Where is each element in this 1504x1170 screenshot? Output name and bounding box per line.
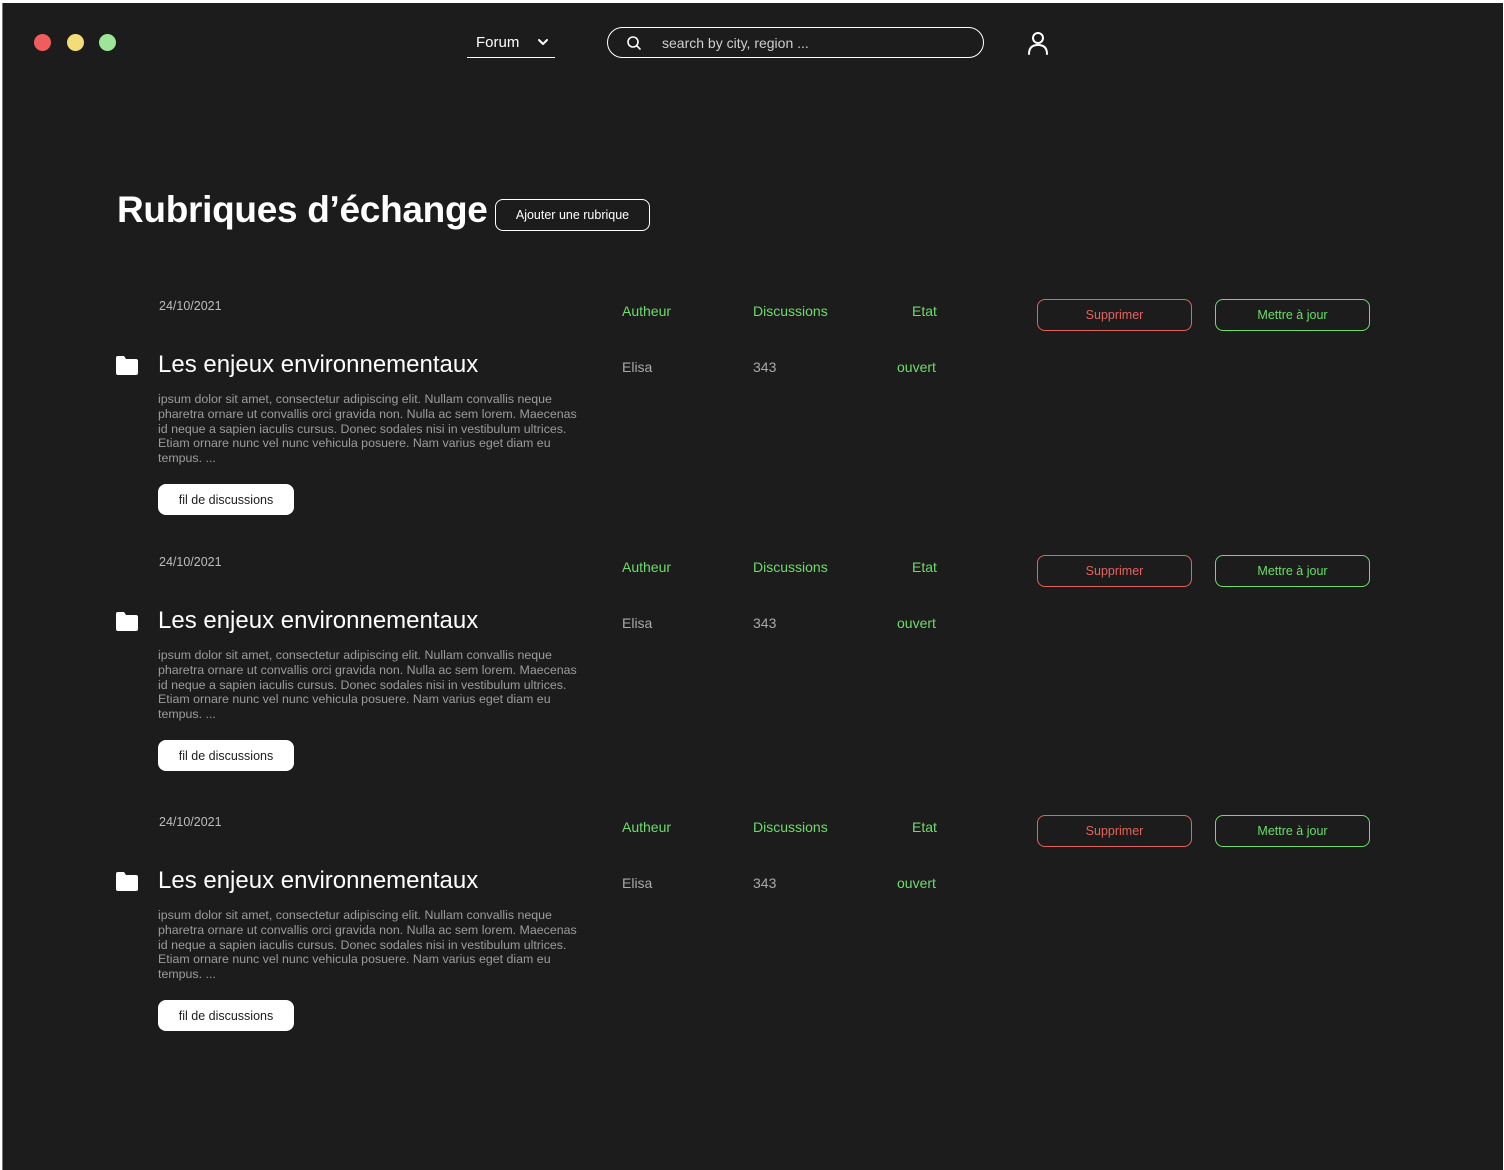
- window-maximize-dot[interactable]: [99, 34, 116, 51]
- folder-icon: [116, 872, 138, 891]
- discussions-label: Discussions: [753, 819, 828, 835]
- user-profile-icon[interactable]: [1027, 31, 1049, 55]
- search-bar: [607, 27, 984, 58]
- topic-date: 24/10/2021: [159, 815, 222, 829]
- discussions-label: Discussions: [753, 559, 828, 575]
- topic-card: 24/10/2021 Les enjeux environnementaux i…: [3, 815, 1503, 1065]
- author-label: Autheur: [622, 559, 672, 575]
- state-label: Etat: [912, 559, 937, 575]
- topic-title[interactable]: Les enjeux environnementaux: [158, 351, 478, 379]
- window-close-dot[interactable]: [34, 34, 51, 51]
- topic-card: 24/10/2021 Les enjeux environnementaux i…: [3, 555, 1503, 805]
- topic-description: ipsum dolor sit amet, consectetur adipis…: [158, 648, 577, 722]
- discussions-count: 343: [753, 875, 777, 891]
- state-value: ouvert: [897, 359, 936, 375]
- state-value: ouvert: [897, 875, 936, 891]
- delete-button[interactable]: Supprimer: [1037, 555, 1192, 587]
- chevron-down-icon: [538, 39, 548, 45]
- discussion-thread-button[interactable]: fil de discussions: [158, 484, 294, 515]
- author-value: Elisa: [622, 875, 653, 891]
- folder-icon: [116, 356, 138, 375]
- state-label: Etat: [912, 303, 937, 319]
- state-label: Etat: [912, 819, 937, 835]
- topic-card: 24/10/2021 Les enjeux environnementaux i…: [3, 299, 1503, 549]
- app-window: Forum Rubriques d’échange Ajouter une ru…: [2, 3, 1503, 1170]
- topic-title[interactable]: Les enjeux environnementaux: [158, 867, 478, 895]
- add-rubrique-button[interactable]: Ajouter une rubrique: [495, 199, 650, 231]
- discussion-thread-button[interactable]: fil de discussions: [158, 740, 294, 771]
- page-title: Rubriques d’échange: [117, 189, 488, 230]
- folder-icon: [116, 612, 138, 631]
- discussions-count: 343: [753, 615, 777, 631]
- update-button[interactable]: Mettre à jour: [1215, 555, 1370, 587]
- topic-title[interactable]: Les enjeux environnementaux: [158, 607, 478, 635]
- search-icon: [627, 36, 641, 50]
- author-value: Elisa: [622, 615, 653, 631]
- update-button[interactable]: Mettre à jour: [1215, 815, 1370, 847]
- forum-nav-dropdown[interactable]: Forum: [467, 28, 555, 58]
- discussions-count: 343: [753, 359, 777, 375]
- author-label: Autheur: [622, 819, 672, 835]
- delete-button[interactable]: Supprimer: [1037, 299, 1192, 331]
- topic-date: 24/10/2021: [159, 299, 222, 313]
- window-minimize-dot[interactable]: [67, 34, 84, 51]
- discussion-thread-button[interactable]: fil de discussions: [158, 1000, 294, 1031]
- author-value: Elisa: [622, 359, 653, 375]
- topic-description: ipsum dolor sit amet, consectetur adipis…: [158, 392, 577, 466]
- topic-date: 24/10/2021: [159, 555, 222, 569]
- topic-description: ipsum dolor sit amet, consectetur adipis…: [158, 908, 577, 982]
- search-input[interactable]: [660, 31, 964, 55]
- state-value: ouvert: [897, 615, 936, 631]
- forum-nav-label: Forum: [476, 34, 520, 51]
- author-label: Autheur: [622, 303, 672, 319]
- discussions-label: Discussions: [753, 303, 828, 319]
- delete-button[interactable]: Supprimer: [1037, 815, 1192, 847]
- update-button[interactable]: Mettre à jour: [1215, 299, 1370, 331]
